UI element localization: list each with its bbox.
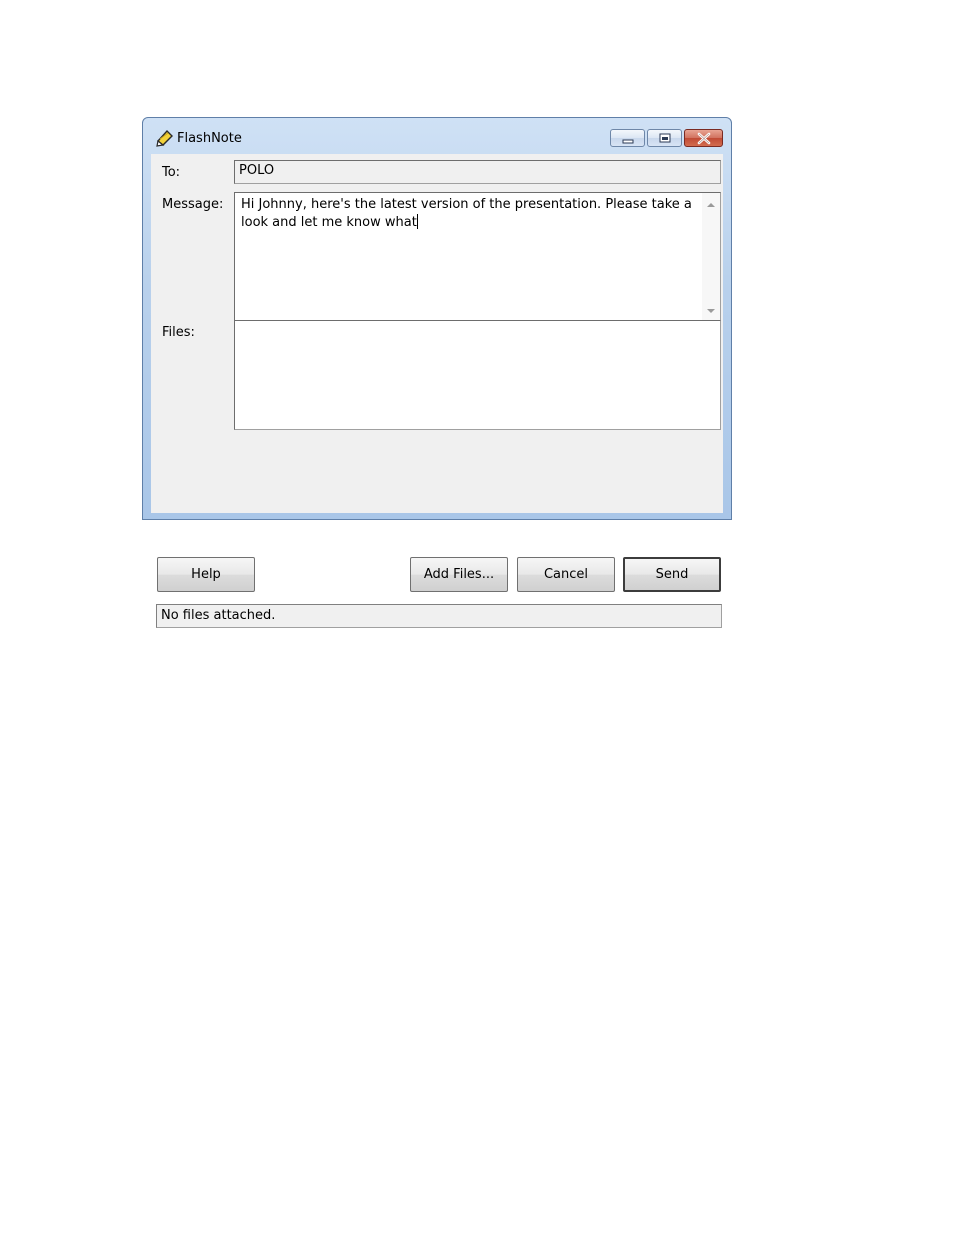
to-label: To: [162, 165, 181, 180]
status-text: No files attached. [161, 608, 276, 623]
files-label: Files: [162, 325, 195, 340]
message-text: Hi Johnny, here's the latest version of … [241, 197, 692, 230]
message-label: Message: [162, 197, 224, 212]
add-files-button[interactable]: Add Files... [410, 557, 508, 592]
window-title: FlashNote [177, 131, 242, 146]
minimize-icon [622, 139, 634, 144]
message-textarea[interactable]: Hi Johnny, here's the latest version of … [234, 192, 721, 322]
cancel-button[interactable]: Cancel [517, 557, 615, 592]
flashnote-pencil-icon [155, 129, 175, 147]
files-list[interactable] [234, 320, 721, 430]
message-scrollbar[interactable] [702, 193, 720, 321]
flashnote-window: FlashNote To: POLO Message: Hi Johnny, h… [142, 117, 732, 628]
send-button[interactable]: Send [623, 557, 721, 592]
client-area: To: POLO Message: Hi Johnny, here's the … [151, 154, 723, 628]
scroll-down-icon[interactable] [707, 308, 715, 314]
title-bar[interactable]: FlashNote [143, 118, 731, 154]
close-button[interactable] [684, 129, 723, 147]
help-button[interactable]: Help [157, 557, 255, 592]
to-field[interactable]: POLO [234, 160, 721, 184]
to-value: POLO [239, 163, 275, 178]
text-caret [416, 214, 418, 229]
minimize-button[interactable] [610, 129, 645, 147]
close-icon [697, 132, 711, 145]
scroll-up-icon[interactable] [707, 202, 715, 208]
status-bar: No files attached. [156, 604, 722, 628]
maximize-button[interactable] [647, 129, 682, 147]
maximize-icon [659, 133, 671, 143]
